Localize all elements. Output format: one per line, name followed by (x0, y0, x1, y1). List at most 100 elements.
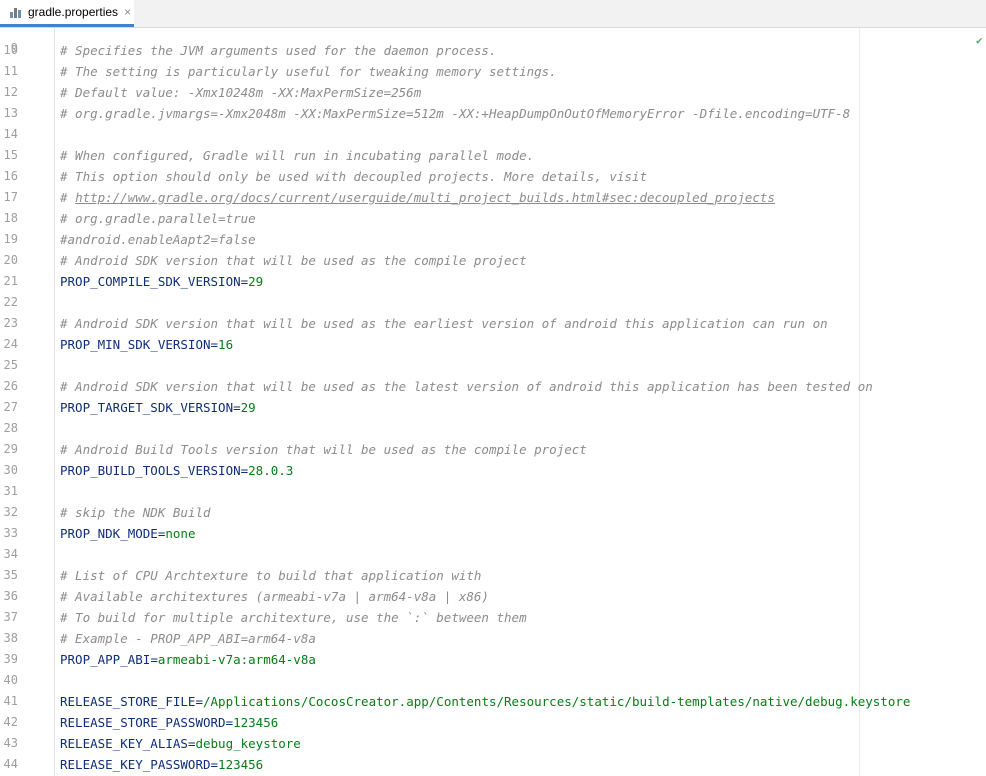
line-number: 21 (3, 274, 18, 288)
code-text: # List of CPU Archtexture to build that … (60, 568, 482, 583)
property-value: 123456 (218, 757, 264, 772)
code-text: RELEASE_STORE_FILE=/Applications/CocosCr… (60, 691, 910, 712)
code-text: PROP_MIN_SDK_VERSION=16 (60, 334, 233, 355)
gradle-properties-file-icon (9, 5, 23, 19)
code-text: # http://www.gradle.org/docs/current/use… (60, 187, 775, 208)
property-separator: = (195, 694, 203, 709)
property-key: RELEASE_STORE_PASSWORD (60, 715, 226, 730)
code-text: # Available architextures (armeabi-v7a |… (60, 589, 489, 604)
code-line: 42 RELEASE_STORE_PASSWORD=123456 (0, 712, 986, 733)
line-number: 16 (3, 169, 18, 183)
code-line: 9 (0, 28, 986, 55)
code-line: 16 # This option should only be used with… (0, 166, 986, 187)
line-number: 26 (3, 379, 18, 393)
code-line: 19 #android.enableAapt2=false (0, 229, 986, 250)
code-text: #android.enableAapt2=false (60, 232, 256, 247)
code-line: 38 # Example - PROP_APP_ABI=arm64-v8a (0, 628, 986, 649)
code-text: # When configured, Gradle will run in in… (60, 148, 535, 163)
line-number: 43 (3, 736, 18, 750)
line-number: 23 (3, 316, 18, 330)
property-value: 16 (218, 337, 234, 352)
line-number: 25 (3, 358, 18, 372)
line-number: 41 (3, 694, 18, 708)
code-line: 14 (0, 124, 986, 145)
code-line: 34 (0, 544, 986, 565)
line-number: 18 (3, 211, 18, 225)
code-text: # The setting is particularly useful for… (60, 64, 557, 79)
code-text: # Example - PROP_APP_ABI=arm64-v8a (60, 631, 316, 646)
property-key: PROP_APP_ABI (60, 652, 151, 667)
code-line: 26 # Android SDK version that will be use… (0, 376, 986, 397)
line-number: 11 (3, 64, 18, 78)
code-line: 15 # When configured, Gradle will run in … (0, 145, 986, 166)
docs-link[interactable]: http://www.gradle.org/docs/current/userg… (75, 190, 775, 205)
code-line: 31 (0, 481, 986, 502)
code-line: 39 PROP_APP_ABI=armeabi-v7a:arm64-v8a (0, 649, 986, 670)
code-text: PROP_COMPILE_SDK_VERSION=29 (60, 271, 263, 292)
code-line: 17 # http://www.gradle.org/docs/current/u… (0, 187, 986, 208)
code-line: 32 # skip the NDK Build (0, 502, 986, 523)
line-number: 15 (3, 148, 18, 162)
property-separator: = (150, 652, 158, 667)
code-text: RELEASE_KEY_ALIAS=debug_keystore (60, 733, 301, 754)
code-line: 28 (0, 418, 986, 439)
tab-label: gradle.properties (28, 5, 119, 19)
code-line: 20 # Android SDK version that will be use… (0, 250, 986, 271)
code-text: # To build for multiple architexture, us… (60, 610, 527, 625)
property-key: RELEASE_KEY_PASSWORD (60, 757, 211, 772)
code-line: 29 # Android Build Tools version that wil… (0, 439, 986, 460)
line-number: 10 (3, 43, 18, 57)
code-line: 25 (0, 355, 986, 376)
code-line: 40 (0, 670, 986, 691)
code-text: PROP_APP_ABI=armeabi-v7a:arm64-v8a (60, 649, 316, 670)
line-number: 17 (3, 190, 18, 204)
property-key: PROP_BUILD_TOOLS_VERSION (60, 463, 241, 478)
line-number: 31 (3, 484, 18, 498)
property-value: armeabi-v7a:arm64-v8a (157, 652, 316, 667)
tab-gradle-properties[interactable]: gradle.properties × (0, 0, 134, 27)
code-line: 33 PROP_NDK_MODE=none (0, 523, 986, 544)
code-line: 24 PROP_MIN_SDK_VERSION=16 (0, 334, 986, 355)
code-line: 36 # Available architextures (armeabi-v7a… (0, 586, 986, 607)
line-number: 29 (3, 442, 18, 456)
property-key: PROP_MIN_SDK_VERSION (60, 337, 211, 352)
line-number: 13 (3, 106, 18, 120)
code-line: 12 # Default value: -Xmx10248m -XX:MaxPer… (0, 82, 986, 103)
code-editor[interactable]: ✔ 9 10 # Specifies the JVM arguments used… (0, 28, 986, 776)
property-key: PROP_COMPILE_SDK_VERSION (60, 274, 241, 289)
code-text: # skip the NDK Build (60, 505, 211, 520)
code-line: 22 (0, 292, 986, 313)
code-text: RELEASE_KEY_PASSWORD=123456 (60, 754, 263, 775)
code-line: 41 RELEASE_STORE_FILE=/Applications/Cocos… (0, 691, 986, 712)
line-number: 39 (3, 652, 18, 666)
code-text: RELEASE_STORE_PASSWORD=123456 (60, 712, 278, 733)
line-number: 40 (3, 673, 18, 687)
property-value: /Applications/CocosCreator.app/Contents/… (203, 694, 911, 709)
code-line: 11 # The setting is particularly useful f… (0, 61, 986, 82)
line-number: 20 (3, 253, 18, 267)
code-line: 21 PROP_COMPILE_SDK_VERSION=29 (0, 271, 986, 292)
code-text: # Android SDK version that will be used … (60, 379, 873, 394)
line-number: 19 (3, 232, 18, 246)
property-value: 28.0.3 (248, 463, 294, 478)
code-line: 37 # To build for multiple architexture, … (0, 607, 986, 628)
code-line: 27 PROP_TARGET_SDK_VERSION=29 (0, 397, 986, 418)
code-text: PROP_NDK_MODE=none (60, 523, 195, 544)
line-number: 24 (3, 337, 18, 351)
line-number: 28 (3, 421, 18, 435)
property-value: 123456 (233, 715, 279, 730)
property-separator: = (225, 715, 234, 730)
property-separator: = (210, 337, 219, 352)
line-number: 35 (3, 568, 18, 582)
code-line: 44 RELEASE_KEY_PASSWORD=123456 (0, 754, 986, 775)
close-icon[interactable]: × (124, 5, 131, 19)
property-key: RELEASE_STORE_FILE (60, 694, 196, 709)
code-text: # org.gradle.parallel=true (60, 211, 256, 226)
line-number: 30 (3, 463, 18, 477)
editor-tab-bar: gradle.properties × (0, 0, 986, 28)
property-separator: = (210, 757, 219, 772)
code-text: PROP_BUILD_TOOLS_VERSION=28.0.3 (60, 460, 293, 481)
code-line: 35 # List of CPU Archtexture to build tha… (0, 565, 986, 586)
property-separator: = (233, 400, 241, 415)
line-number: 22 (3, 295, 18, 309)
